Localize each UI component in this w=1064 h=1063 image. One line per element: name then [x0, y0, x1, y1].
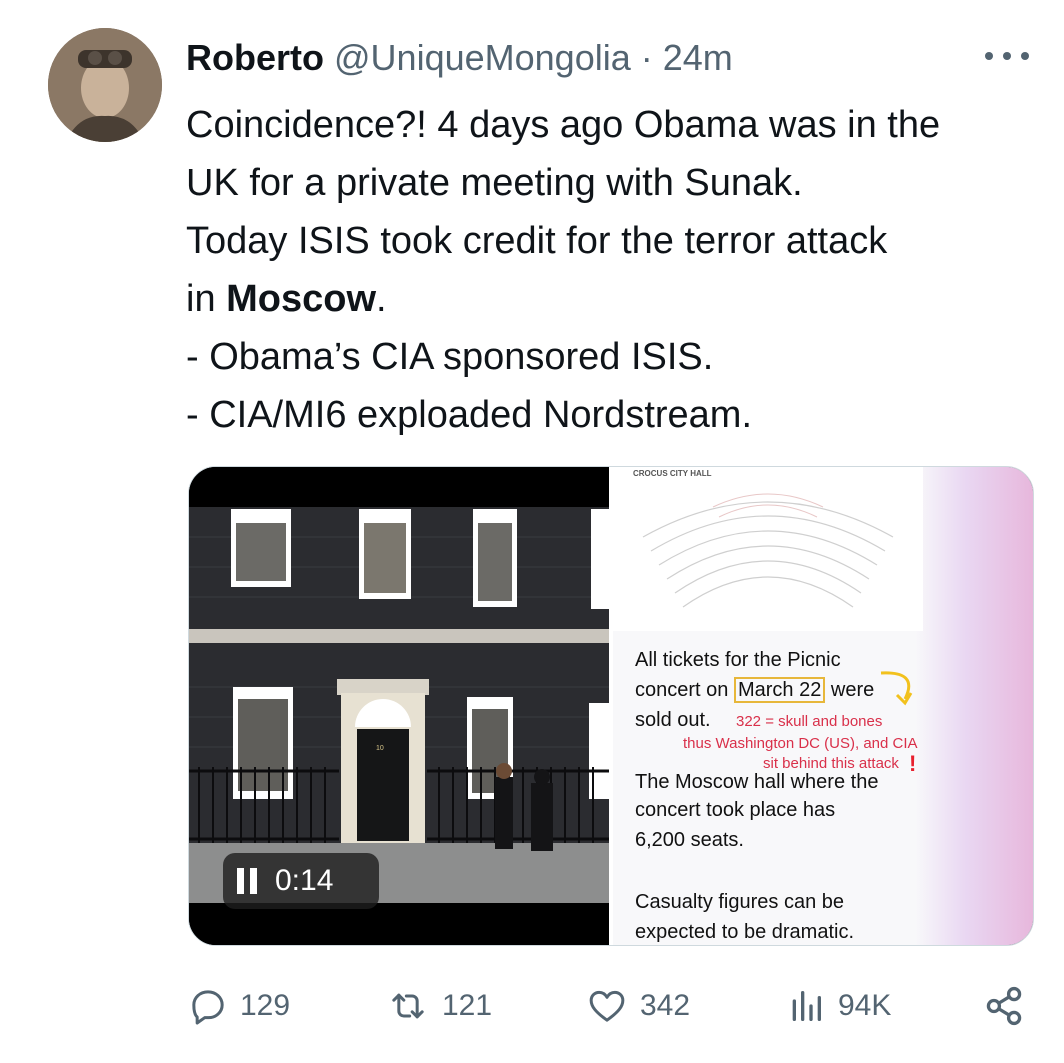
tweet-text: Coincidence?! 4 days ago Obama was in th… [186, 96, 1046, 444]
doc-line: 6,200 seats. [635, 829, 744, 851]
more-options-icon[interactable] [985, 38, 1029, 74]
bold-moscow: Moscow [226, 278, 377, 320]
tweet-line: in Moscow. [186, 278, 387, 320]
share-icon [986, 986, 1022, 1026]
header-separator: · [640, 37, 653, 78]
views-icon [792, 991, 821, 1021]
exclamation-mark: ! [909, 751, 917, 776]
doc-line: Casualty figures can be [635, 891, 845, 913]
tweet-actions: 129 121 342 94K [188, 978, 1038, 1034]
share-button[interactable] [982, 984, 1026, 1028]
doc-line: concert took place has [635, 799, 836, 821]
author-name[interactable]: Roberto [186, 37, 324, 78]
reply-count: 129 [240, 989, 291, 1022]
avatar-photo [48, 28, 162, 142]
repost-button[interactable]: 121 [386, 986, 492, 1026]
tweet-timestamp[interactable]: 24m [663, 37, 733, 78]
reply-button[interactable]: 129 [188, 986, 290, 1026]
media-container[interactable]: 10 0:14 CROCUS CITY HALL All tickets for… [188, 466, 1034, 946]
crocus-screenshot-image[interactable]: CROCUS CITY HALL All tickets for the Pic… [613, 467, 1033, 945]
video-time: 0:14 [275, 864, 334, 897]
author-avatar[interactable] [48, 28, 162, 142]
heart-icon [589, 990, 625, 1022]
views-button[interactable]: 94K [786, 986, 891, 1026]
views-count: 94K [838, 989, 892, 1022]
tweet-line: - CIA/MI6 exploaded Nordstream. [186, 394, 753, 436]
doc-line: expected to be dramatic. [635, 921, 855, 943]
tweet-line: Today ISIS took credit for the terror at… [186, 220, 888, 262]
tweet-line: - Obama’s CIA sponsored ISIS. [186, 336, 714, 378]
highlighted-date: March 22 [733, 677, 826, 703]
like-count: 342 [640, 989, 691, 1022]
video-time-badge[interactable]: 0:14 [223, 853, 379, 909]
door-number: 10 [376, 745, 384, 752]
like-button[interactable]: 342 [586, 986, 690, 1026]
doc-line: concert on March 22 were [635, 677, 875, 703]
tweet-line: UK for a private meeting with Sunak. [186, 162, 803, 204]
yellow-arrow-icon [880, 671, 913, 706]
repost-icon [392, 993, 424, 1019]
tweet-line: Coincidence?! 4 days ago Obama was in th… [186, 104, 941, 146]
annotation-line: thus Washington DC (US), and CIA [683, 735, 918, 752]
video-player[interactable]: 10 0:14 [189, 467, 609, 945]
author-handle[interactable]: @UniqueMongolia [334, 37, 631, 78]
seating-chart-icon [642, 493, 894, 608]
doc-line: sold out. [635, 709, 711, 731]
repost-count: 121 [442, 989, 493, 1022]
pause-icon[interactable] [237, 868, 257, 894]
doc-line: All tickets for the Picnic [635, 649, 841, 671]
doc-line: The Moscow hall where the [635, 771, 879, 793]
tweet-header: Roberto @UniqueMongolia · 24m [186, 38, 733, 78]
annotation-line: 322 = skull and bones [736, 713, 883, 730]
reply-icon [192, 990, 224, 1025]
